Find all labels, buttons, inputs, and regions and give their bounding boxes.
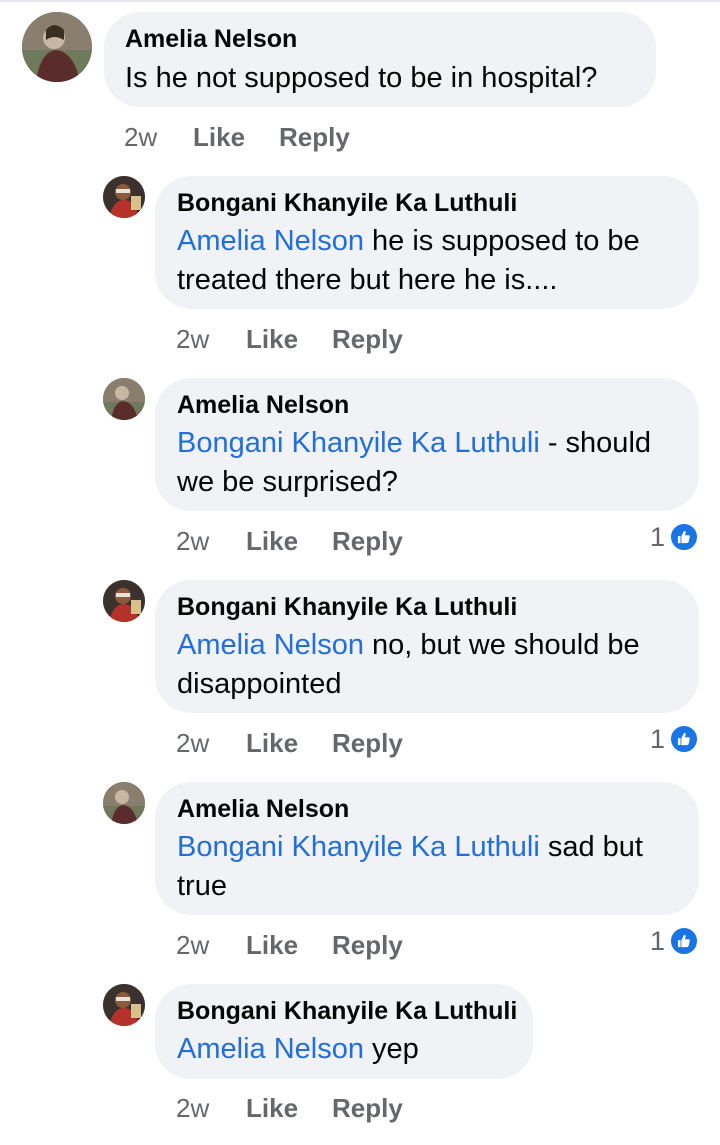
profile-photo-icon [22,12,92,82]
comment-time[interactable]: 2w [176,728,209,759]
comment-actions: 2w Like Reply [124,122,424,152]
profile-photo-icon [103,984,145,1026]
comment-author[interactable]: Amelia Nelson [125,25,297,54]
thumbs-up-icon [669,926,699,956]
comment-author[interactable]: Bongani Khanyile Ka Luthuli [177,593,517,622]
thumbs-up-icon [669,522,699,552]
comment-actions: 2w Like Reply [176,324,476,354]
comment-text: Is he not supposed to be in hospital? [125,59,645,98]
avatar[interactable] [103,580,145,622]
like-button[interactable]: Like [246,930,298,961]
reply-button[interactable]: Reply [332,526,403,557]
avatar[interactable] [22,12,92,82]
reaction-count: 1 [649,522,665,552]
like-button[interactable]: Like [193,122,245,153]
comment-message: yep [363,1033,419,1065]
profile-photo-icon [103,782,145,824]
comment-mention[interactable]: Bongani Khanyile Ka Luthuli [177,427,540,459]
reaction-count: 1 [649,724,665,754]
comment-time[interactable]: 2w [176,930,209,961]
comment-text: Bongani Khanyile Ka Luthuli - should we … [177,424,687,502]
reply-button[interactable]: Reply [332,728,403,759]
reaction-summary[interactable]: 1 [640,522,699,552]
comment-mention[interactable]: Bongani Khanyile Ka Luthuli [177,831,540,863]
reply-button[interactable]: Reply [332,930,403,961]
comment-message: Is he not supposed to be in hospital? [125,62,598,94]
reply-button[interactable]: Reply [279,122,350,153]
reply-button[interactable]: Reply [332,324,403,355]
comment-author[interactable]: Amelia Nelson [177,391,349,420]
like-button[interactable]: Like [246,1093,298,1124]
comment-actions: 2w Like Reply [176,728,476,758]
comment-time[interactable]: 2w [176,324,209,355]
comment-time[interactable]: 2w [176,1093,209,1124]
comment-text: Amelia Nelson yep [177,1030,527,1069]
profile-photo-icon [103,176,145,218]
comment-actions: 2w Like Reply [176,526,476,556]
reaction-summary[interactable]: 1 [640,724,699,754]
reply-button[interactable]: Reply [332,1093,403,1124]
thumbs-up-icon [669,724,699,754]
avatar[interactable] [103,176,145,218]
comment-author[interactable]: Bongani Khanyile Ka Luthuli [177,189,517,218]
comment-text: Amelia Nelson he is supposed to be treat… [177,222,687,300]
comment-actions: 2w Like Reply [176,1093,476,1123]
comment-text: Amelia Nelson no, but we should be disap… [177,626,687,704]
like-button[interactable]: Like [246,526,298,557]
avatar[interactable] [103,984,145,1026]
like-button[interactable]: Like [246,324,298,355]
comment-author[interactable]: Amelia Nelson [177,795,349,824]
profile-photo-icon [103,580,145,622]
comment-author[interactable]: Bongani Khanyile Ka Luthuli [177,997,517,1026]
avatar[interactable] [103,782,145,824]
comment-text: Bongani Khanyile Ka Luthuli sad but true [177,828,687,906]
comment-mention[interactable]: Amelia Nelson [177,1033,364,1065]
top-divider [0,0,720,2]
comment-time[interactable]: 2w [176,526,209,557]
comment-mention[interactable]: Amelia Nelson [177,225,364,257]
avatar[interactable] [103,378,145,420]
comment-actions: 2w Like Reply [176,930,476,960]
like-button[interactable]: Like [246,728,298,759]
profile-photo-icon [103,378,145,420]
reaction-summary[interactable]: 1 [640,926,699,956]
comment-time[interactable]: 2w [124,122,157,153]
comment-mention[interactable]: Amelia Nelson [177,629,364,661]
reaction-count: 1 [649,926,665,956]
